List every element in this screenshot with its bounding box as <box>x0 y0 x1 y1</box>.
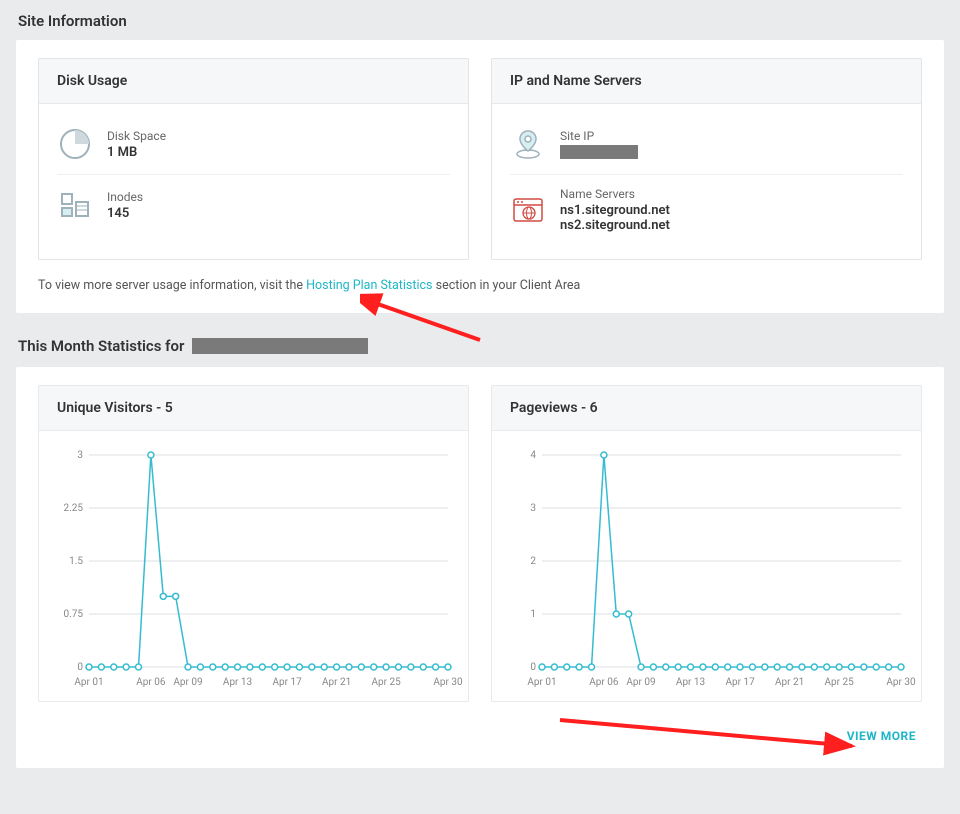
site-ip-label: Site IP <box>560 129 638 143</box>
visitors-chart-card: Unique Visitors - 5 0 0.75 1.5 2.25 3 Apr 01 A… <box>38 385 469 702</box>
svg-text:Apr 30: Apr 30 <box>886 677 916 688</box>
month-stats-title: This Month Statistics for <box>0 331 960 367</box>
svg-text:Apr 13: Apr 13 <box>223 677 252 688</box>
svg-text:2.25: 2.25 <box>64 503 84 514</box>
svg-text:1: 1 <box>530 609 536 620</box>
svg-text:4: 4 <box>530 450 536 461</box>
disk-space-row: Disk Space 1 MB <box>57 114 450 174</box>
svg-text:Apr 21: Apr 21 <box>775 677 804 688</box>
svg-text:Apr 09: Apr 09 <box>626 677 655 688</box>
ip-ns-panel: IP and Name Servers Site IP <box>491 58 922 260</box>
name-servers-label: Name Servers <box>560 187 670 201</box>
disk-usage-header: Disk Usage <box>39 59 468 104</box>
svg-text:Apr 17: Apr 17 <box>725 677 755 688</box>
svg-text:Apr 09: Apr 09 <box>173 677 202 688</box>
svg-text:Apr 30: Apr 30 <box>433 677 463 688</box>
site-ip-value <box>560 145 638 160</box>
svg-text:0: 0 <box>77 662 83 673</box>
svg-text:0.75: 0.75 <box>64 609 84 620</box>
browser-globe-icon <box>510 192 546 228</box>
redacted-domain <box>192 338 368 354</box>
visitors-chart: 0 0.75 1.5 2.25 3 Apr 01 Apr 06 Apr 09 Apr 13 Apr… <box>39 431 468 701</box>
inodes-value: 145 <box>107 206 143 221</box>
name-server-2: ns2.siteground.net <box>560 218 670 233</box>
pageviews-chart: 0 1 2 3 4 Apr 01 Apr 06 Apr 09 Apr 13 Apr 17 Apr 2… <box>492 431 921 701</box>
inodes-icon <box>57 187 93 223</box>
svg-text:Apr 06: Apr 06 <box>136 677 166 688</box>
svg-text:Apr 21: Apr 21 <box>322 677 351 688</box>
svg-text:3: 3 <box>77 450 83 461</box>
svg-text:Apr 13: Apr 13 <box>676 677 705 688</box>
pageviews-chart-header: Pageviews - 6 <box>492 386 921 431</box>
svg-text:3: 3 <box>530 503 536 514</box>
svg-text:Apr 01: Apr 01 <box>74 677 103 688</box>
name-servers-row: Name Servers ns1.siteground.net ns2.site… <box>510 174 903 245</box>
disk-space-icon <box>57 126 93 162</box>
inodes-label: Inodes <box>107 190 143 204</box>
helper-text: To view more server usage information, v… <box>38 278 922 293</box>
pageviews-chart-card: Pageviews - 6 0 1 2 3 4 Apr 01 Apr 06 Apr 09 Apr… <box>491 385 922 702</box>
ip-ns-header: IP and Name Servers <box>492 59 921 104</box>
name-server-1: ns1.siteground.net <box>560 203 670 218</box>
site-info-title: Site Information <box>0 0 960 40</box>
disk-space-value: 1 MB <box>107 145 166 160</box>
month-stats-card: Unique Visitors - 5 0 0.75 1.5 2.25 3 Apr 01 A… <box>16 367 944 768</box>
svg-text:Apr 17: Apr 17 <box>272 677 302 688</box>
svg-text:Apr 06: Apr 06 <box>589 677 619 688</box>
view-more-link[interactable]: VIEW MORE <box>847 729 916 743</box>
svg-text:1.5: 1.5 <box>69 556 83 567</box>
svg-text:Apr 25: Apr 25 <box>824 677 854 688</box>
svg-text:0: 0 <box>530 662 536 673</box>
disk-usage-panel: Disk Usage Disk Space 1 MB <box>38 58 469 260</box>
visitors-chart-header: Unique Visitors - 5 <box>39 386 468 431</box>
disk-space-label: Disk Space <box>107 129 166 143</box>
svg-text:Apr 25: Apr 25 <box>371 677 401 688</box>
location-pin-icon <box>510 126 546 162</box>
site-ip-row: Site IP <box>510 114 903 174</box>
svg-text:Apr 01: Apr 01 <box>527 677 556 688</box>
inodes-row: Inodes 145 <box>57 174 450 235</box>
hosting-plan-statistics-link[interactable]: Hosting Plan Statistics <box>306 278 432 293</box>
site-info-card: Disk Usage Disk Space 1 MB <box>16 40 944 313</box>
svg-text:2: 2 <box>530 556 536 567</box>
